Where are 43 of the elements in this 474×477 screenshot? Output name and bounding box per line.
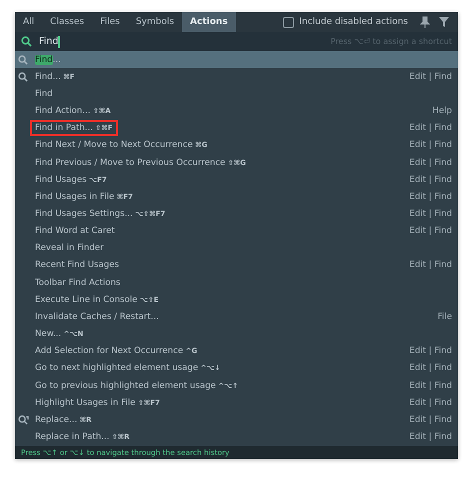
action-row[interactable]: Find...	[15, 51, 458, 68]
action-row[interactable]: Recent Find Usages Edit | Find	[15, 256, 458, 274]
action-group: File	[438, 312, 452, 322]
action-row[interactable]: Toolbar Find Actions	[15, 274, 458, 292]
replace-icon	[18, 414, 29, 425]
action-name: Toolbar Find Actions	[34, 276, 122, 290]
action-group: Edit | Find	[409, 346, 452, 356]
action-group: Edit | Find	[409, 72, 452, 82]
action-name: Recent Find Usages	[34, 259, 120, 272]
pin-icon[interactable]	[420, 16, 430, 28]
action-row[interactable]: Find	[15, 85, 458, 102]
action-group: Edit | Find	[409, 123, 452, 134]
action-group: Edit | Find	[409, 414, 452, 425]
action-group: Edit | Find	[409, 226, 452, 236]
filter-icon[interactable]	[439, 16, 449, 28]
action-group: Edit | Find	[409, 192, 452, 202]
action-group: Edit | Find	[409, 158, 452, 168]
action-group: Edit | Find	[409, 380, 452, 391]
action-name: Find Word at Caret	[34, 225, 116, 238]
search-text: Find	[39, 36, 58, 47]
action-group: Edit | Find	[409, 398, 452, 408]
tab[interactable]: Files	[92, 12, 128, 32]
tab[interactable]: Symbols	[128, 12, 182, 32]
action-row[interactable]: Invalidate Caches / Restart... File	[15, 308, 458, 326]
action-name: Invalidate Caches / Restart...	[34, 310, 160, 324]
action-name: Find...	[34, 54, 62, 67]
action-row[interactable]: Reveal in Finder	[15, 240, 458, 257]
action-name: Find	[34, 88, 54, 101]
action-group: Help	[432, 106, 452, 116]
action-group: Edit | Find	[409, 174, 452, 185]
tab[interactable]: All	[15, 12, 42, 32]
action-group: Edit | Find	[409, 432, 452, 442]
tab[interactable]: Actions	[182, 12, 236, 32]
search-icon	[21, 36, 32, 47]
search-icon	[18, 72, 28, 82]
tab[interactable]: Classes	[42, 12, 92, 32]
action-group: Edit | Find	[409, 208, 452, 219]
search-icon	[18, 54, 28, 65]
action-name: Reveal in Finder	[34, 242, 105, 256]
action-row[interactable]: Find Word at Caret Edit | Find	[15, 222, 458, 240]
action-group: Edit | Find	[409, 140, 452, 150]
action-group: Edit | Find	[409, 363, 452, 374]
action-group: Edit | Find	[409, 260, 452, 270]
